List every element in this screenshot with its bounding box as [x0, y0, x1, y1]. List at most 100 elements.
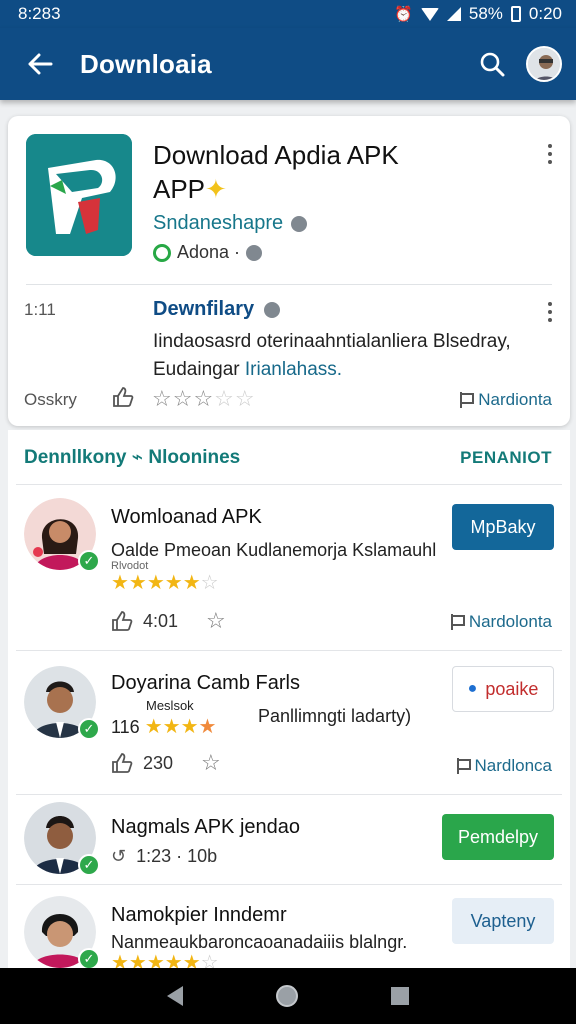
list-item[interactable]: ✓ Doyarina Camb Farls Meslsok 116 ★★★★ P…	[8, 662, 570, 792]
footer-label: Osskry	[24, 390, 77, 409]
nav-back-icon[interactable]	[166, 986, 183, 1006]
report-link[interactable]: Nardlonca	[456, 756, 553, 776]
nav-recents-icon[interactable]	[391, 987, 410, 1005]
item-subtitle: Oalde Pmeoan Kudlanemorja Kslamauhl	[111, 540, 437, 560]
verified-check-icon: ✓	[78, 854, 100, 876]
item-rating: ★★★★	[144, 716, 217, 738]
item-action-button[interactable]: Vapteny	[452, 898, 554, 944]
divider	[16, 884, 562, 885]
profile-avatar[interactable]	[526, 46, 562, 82]
status-bar: 8:283 ⏰ 58% 0:20	[0, 0, 576, 28]
system-nav-bar	[0, 968, 576, 1024]
page-title: Downloaia	[80, 48, 212, 79]
thumbs-up-icon[interactable]	[111, 610, 133, 632]
status-icons: ⏰ 58% 0:20	[394, 4, 562, 24]
update-time: 1:11	[24, 300, 56, 319]
wifi-icon	[420, 7, 439, 21]
section-action-button[interactable]: PENANIOT	[460, 448, 552, 468]
verified-check-icon: ✓	[78, 718, 100, 740]
avatar: ✓	[24, 896, 100, 970]
report-link[interactable]: Nardionta	[460, 390, 552, 410]
app-meta: Adona ·	[153, 242, 263, 263]
app-logo	[26, 134, 132, 256]
status-time: 8:283	[18, 4, 61, 23]
item-rating: ★★★★★☆	[111, 952, 219, 970]
thumbs-up-icon[interactable]	[111, 752, 133, 774]
developer-name: Sndaneshapre	[153, 212, 284, 234]
item-title: Doyarina Camb Farls	[111, 672, 300, 694]
flag-icon	[460, 392, 475, 408]
check-circle-icon	[153, 243, 171, 262]
avatar: ✓	[24, 666, 100, 740]
item-title: Namokpier Inndemr	[111, 904, 287, 926]
update-title-row: Dewnfilary	[153, 298, 281, 321]
item-action-button[interactable]: ● poaike	[452, 666, 554, 712]
report-label: Nardlonca	[474, 756, 553, 775]
battery-percent: 58%	[468, 4, 503, 23]
avatar: ✓	[24, 802, 100, 876]
item-stat: 230	[143, 752, 174, 773]
alarm-icon: ⏰	[394, 6, 413, 23]
favorite-star-icon[interactable]: ☆	[206, 608, 226, 634]
sparkle-icon: ✦	[205, 174, 227, 204]
user-avatar-icon	[528, 48, 560, 80]
item-count-row: 116 ★★★★	[111, 714, 261, 739]
favorite-star-icon[interactable]: ☆	[201, 750, 221, 776]
item-stat: 4:01	[143, 610, 179, 631]
back-button[interactable]	[0, 28, 80, 100]
signal-icon	[446, 7, 461, 21]
app-list-section: Dennllkony ⌁ Nloonines PENANIOT ✓ Womloa…	[8, 430, 570, 970]
developer-link[interactable]: Sndaneshapre	[153, 212, 308, 235]
list-item[interactable]: ✓ Womloanad APK Oalde Pmeoan Kudlanemorj…	[8, 496, 570, 646]
divider	[26, 284, 552, 285]
arrow-left-icon	[28, 53, 53, 75]
app-logo-icon	[26, 134, 132, 256]
item-stats: 230 ☆	[111, 750, 221, 776]
list-item[interactable]: ✓ Nagmals APK jendao ↺ 1:23 · 10b Pemdel…	[8, 802, 570, 882]
history-icon: ↺	[111, 846, 127, 866]
report-label: Nardolonta	[468, 612, 552, 631]
item-small-label: Meslsok	[146, 698, 194, 713]
item-action-button[interactable]: Pemdelpy	[442, 814, 554, 860]
battery-icon	[510, 6, 521, 22]
verified-badge-icon	[291, 215, 308, 232]
app-detail-card: Download Apdia APK APP✦ Sndaneshapre Ado…	[8, 116, 570, 426]
search-button[interactable]	[464, 36, 520, 92]
report-link[interactable]: Nardolonta	[450, 612, 552, 632]
item-action-button[interactable]: MpBaky	[452, 504, 554, 550]
divider	[16, 484, 562, 485]
desc-line2: Eudaingar	[153, 359, 240, 380]
flag-icon	[450, 614, 465, 630]
item-rating: ★★★★★☆	[111, 572, 219, 594]
card-footer: Osskry ☆☆☆☆☆ Nardionta	[8, 386, 570, 414]
divider	[16, 650, 562, 651]
person-icon: ●	[467, 680, 478, 697]
globe-icon	[246, 244, 263, 261]
update-more-button[interactable]	[546, 302, 554, 322]
item-title: Nagmals APK jendao	[111, 816, 301, 838]
update-title: Dewnfilary	[153, 298, 255, 320]
thumbs-up-icon[interactable]	[112, 386, 134, 408]
desc-highlight: Irianlahass.	[244, 359, 343, 380]
item-stat: 1:23 · 10b	[136, 846, 218, 866]
divider	[16, 794, 562, 795]
rating-stars-empty[interactable]: ☆☆☆☆☆	[152, 386, 256, 412]
list-item[interactable]: ✓ Namokpier Inndemr Nanmeaukbaroncaoanad…	[8, 892, 570, 970]
meta-label: Adona ·	[177, 242, 241, 262]
app-title-line1: Download Apdia APK	[153, 140, 399, 170]
info-icon	[264, 301, 281, 318]
avatar: ✓	[24, 498, 100, 572]
app-title-line2: APP	[153, 174, 206, 204]
item-action-label: poaike	[485, 678, 539, 699]
item-count: 116	[111, 717, 140, 737]
verified-check-icon: ✓	[78, 948, 100, 970]
app-bar: Downloaia	[0, 28, 576, 100]
nav-home-icon[interactable]	[275, 985, 298, 1007]
search-icon	[480, 52, 505, 77]
report-label: Nardionta	[478, 390, 552, 409]
item-stats: 4:01 ☆	[111, 608, 226, 634]
verified-check-icon: ✓	[78, 550, 100, 572]
more-options-button[interactable]	[546, 144, 554, 164]
flag-icon	[456, 758, 471, 774]
app-title: Download Apdia APK APP✦	[153, 138, 523, 206]
